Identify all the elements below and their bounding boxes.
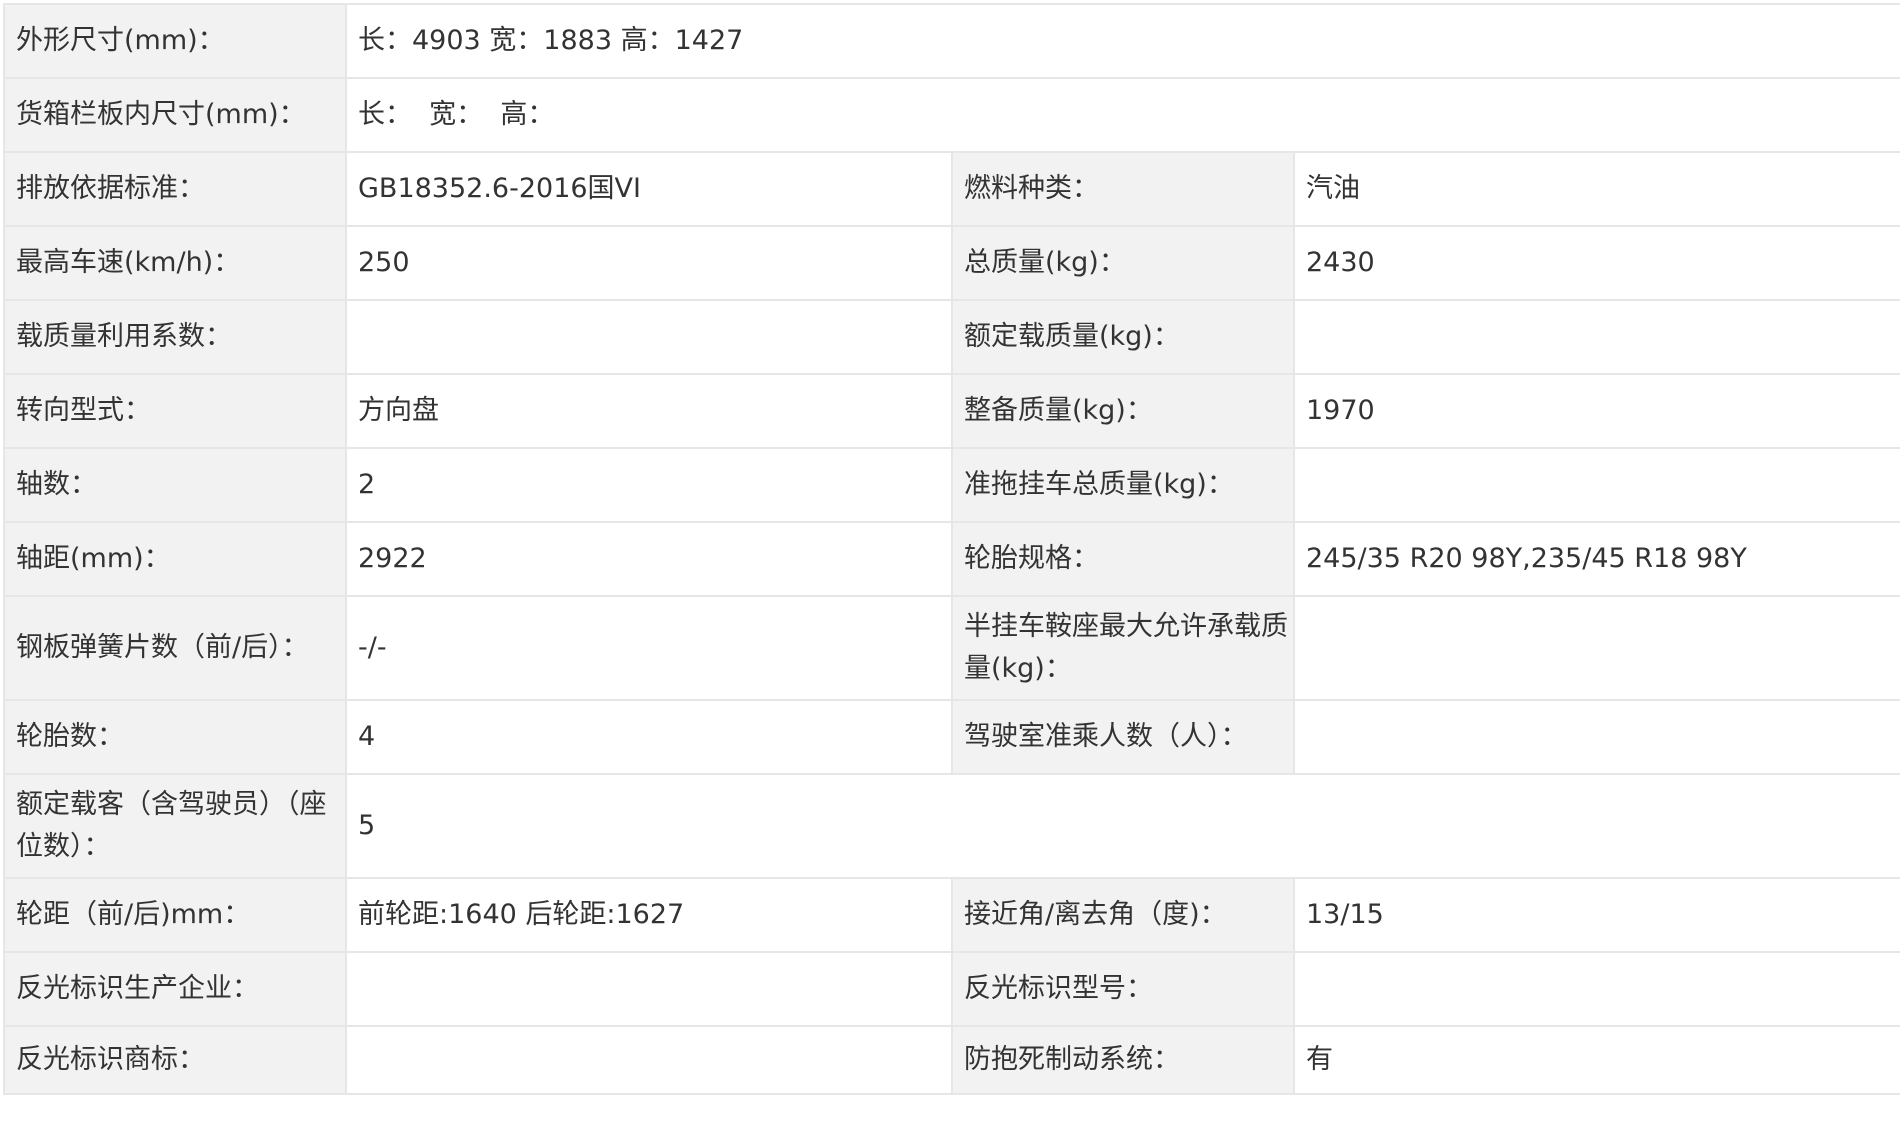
rated-load-value	[1292, 299, 1900, 375]
saddle-load-value	[1292, 595, 1900, 701]
spec-row-dimensions: 外形尺寸(mm)： 长：4903 宽：1883 高：1427	[3, 3, 1900, 79]
spec-row-steering: 转向型式： 方向盘 整备质量(kg)： 1970	[3, 373, 1900, 449]
gross-mass-label: 总质量(kg)：	[951, 225, 1295, 301]
curb-mass-value: 1970	[1292, 373, 1900, 449]
saddle-load-label: 半挂车鞍座最大允许承载质量(kg)：	[951, 595, 1295, 701]
gross-mass-value: 2430	[1292, 225, 1900, 301]
reflector-maker-value	[345, 951, 953, 1027]
reflector-model-label: 反光标识型号：	[951, 951, 1295, 1027]
load-utilization-value	[345, 299, 953, 375]
spec-row-springs: 钢板弹簧片数（前/后）： -/- 半挂车鞍座最大允许承载质量(kg)：	[3, 595, 1900, 701]
axle-count-value: 2	[345, 447, 953, 523]
spec-row-speed: 最高车速(km/h)： 250 总质量(kg)： 2430	[3, 225, 1900, 301]
wheelbase-value: 2922	[345, 521, 953, 597]
reflector-maker-label: 反光标识生产企业：	[3, 951, 347, 1027]
tire-count-label: 轮胎数：	[3, 699, 347, 775]
spec-row-brand-abs: 反光标识商标： 防抱死制动系统： 有	[3, 1025, 1900, 1095]
track-width-value: 前轮距:1640 后轮距:1627	[345, 877, 953, 953]
wheelbase-label: 轴距(mm)：	[3, 521, 347, 597]
tire-count-value: 4	[345, 699, 953, 775]
rated-load-label: 额定载质量(kg)：	[951, 299, 1295, 375]
spec-row-track: 轮距（前/后)mm： 前轮距:1640 后轮距:1627 接近角/离去角（度)：…	[3, 877, 1900, 953]
curb-mass-label: 整备质量(kg)：	[951, 373, 1295, 449]
dimensions-value: 长：4903 宽：1883 高：1427	[344, 3, 1900, 79]
max-speed-value: 250	[345, 225, 953, 301]
spec-row-axles: 轴数： 2 准拖挂车总质量(kg)：	[3, 447, 1900, 523]
steering-type-value: 方向盘	[345, 373, 953, 449]
spec-row-seats: 额定载客（含驾驶员）（座位数）： 5	[3, 773, 1900, 879]
trailer-mass-value	[1292, 447, 1900, 523]
fuel-type-value: 汽油	[1292, 151, 1900, 227]
vehicle-spec-table: 外形尺寸(mm)： 长：4903 宽：1883 高：1427 货箱栏板内尺寸(m…	[3, 3, 1900, 1095]
load-utilization-label: 载质量利用系数：	[3, 299, 347, 375]
spec-row-wheelbase: 轴距(mm)： 2922 轮胎规格： 245/35 R20 98Y,235/45…	[3, 521, 1900, 597]
spec-row-reflector: 反光标识生产企业： 反光标识型号：	[3, 951, 1900, 1027]
tire-spec-label: 轮胎规格：	[951, 521, 1295, 597]
emission-standard-label: 排放依据标准：	[3, 151, 347, 227]
cargo-box-value: 长： 宽： 高：	[344, 77, 1900, 153]
leaf-spring-value: -/-	[345, 595, 953, 701]
cab-capacity-value	[1292, 699, 1900, 775]
reflector-brand-label: 反光标识商标：	[3, 1025, 347, 1095]
leaf-spring-label: 钢板弹簧片数（前/后）：	[3, 595, 347, 701]
max-speed-label: 最高车速(km/h)：	[3, 225, 347, 301]
dimensions-label: 外形尺寸(mm)：	[3, 3, 347, 79]
reflector-model-value	[1292, 951, 1900, 1027]
steering-type-label: 转向型式：	[3, 373, 347, 449]
cargo-box-label: 货箱栏板内尺寸(mm)：	[3, 77, 347, 153]
axle-count-label: 轴数：	[3, 447, 347, 523]
rated-passengers-value: 5	[344, 773, 1900, 879]
emission-standard-value: GB18352.6-2016国VI	[345, 151, 953, 227]
reflector-brand-value	[345, 1025, 953, 1095]
tire-spec-value: 245/35 R20 98Y,235/45 R18 98Y	[1292, 521, 1900, 597]
fuel-type-label: 燃料种类：	[951, 151, 1295, 227]
trailer-mass-label: 准拖挂车总质量(kg)：	[951, 447, 1295, 523]
approach-departure-label: 接近角/离去角（度)：	[951, 877, 1295, 953]
abs-label: 防抱死制动系统：	[951, 1025, 1295, 1095]
spec-row-cargo-box: 货箱栏板内尺寸(mm)： 长： 宽： 高：	[3, 77, 1900, 153]
cab-capacity-label: 驾驶室准乘人数（人）：	[951, 699, 1295, 775]
track-width-label: 轮距（前/后)mm：	[3, 877, 347, 953]
spec-row-tires: 轮胎数： 4 驾驶室准乘人数（人）：	[3, 699, 1900, 775]
rated-passengers-label: 额定载客（含驾驶员）（座位数）：	[3, 773, 347, 879]
approach-departure-value: 13/15	[1292, 877, 1900, 953]
abs-value: 有	[1292, 1025, 1900, 1095]
spec-row-emission: 排放依据标准： GB18352.6-2016国VI 燃料种类： 汽油	[3, 151, 1900, 227]
spec-row-load: 载质量利用系数： 额定载质量(kg)：	[3, 299, 1900, 375]
